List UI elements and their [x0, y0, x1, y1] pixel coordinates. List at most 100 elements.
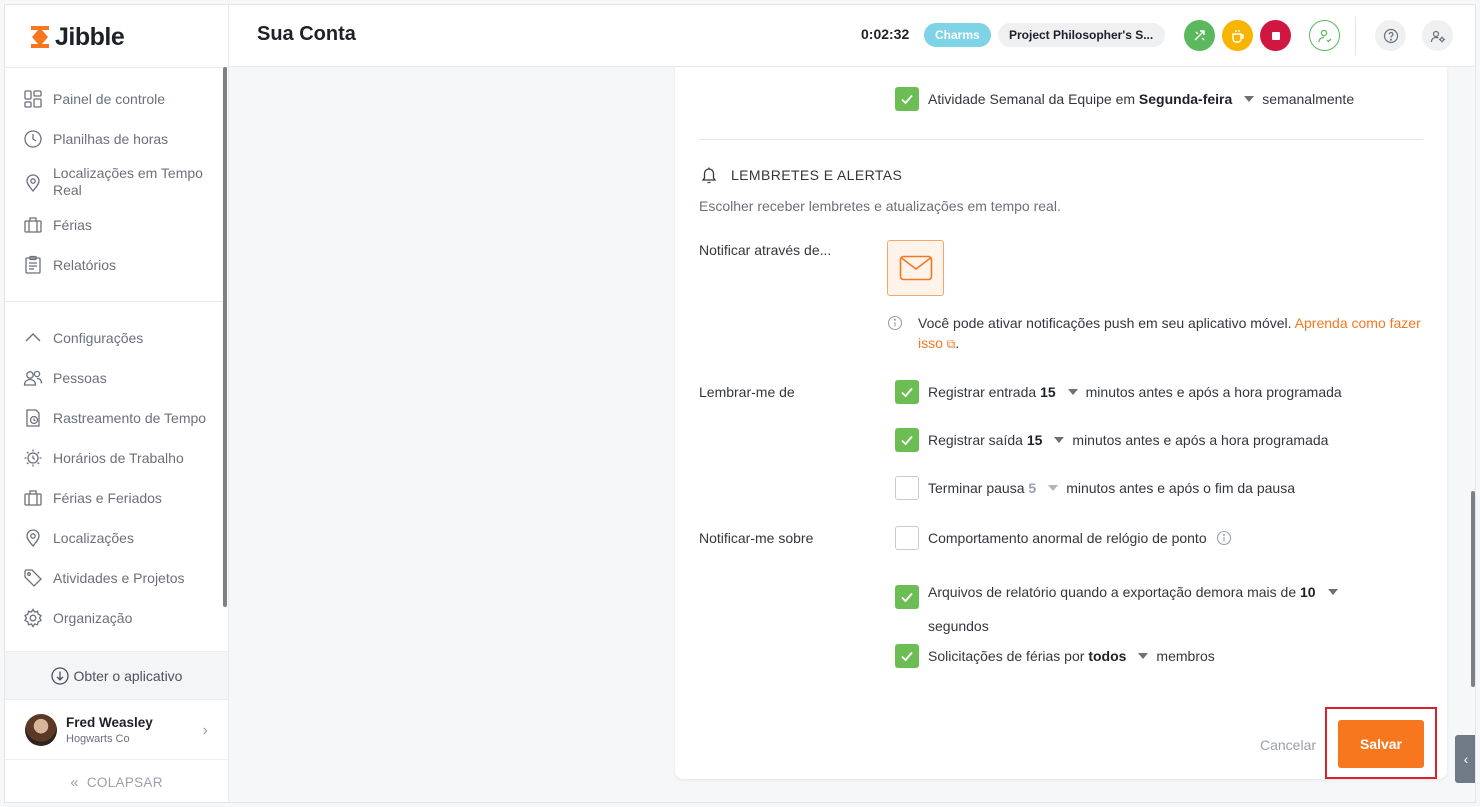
sidebar-item-locations[interactable]: Localizações	[23, 528, 134, 548]
chevron-up-icon	[23, 328, 43, 348]
minutes-dropdown-caret-icon[interactable]	[1054, 437, 1065, 443]
collapse-label: COLAPSAR	[86, 774, 163, 790]
get-app-button[interactable]: Obter o aplicativo	[5, 651, 228, 699]
remind-me-label: Lembrar-me de	[699, 384, 795, 400]
sidebar-item-organization[interactable]: Organização	[23, 608, 132, 628]
push-info: Você pode ativar notificações push em se…	[887, 313, 1427, 354]
user-menu[interactable]: Fred Weasley Hogwarts Co ›	[5, 699, 228, 759]
notify-suffix: segundos	[928, 618, 989, 634]
minutes-dropdown-caret-icon[interactable]	[1048, 485, 1059, 491]
chevron-right-icon: ›	[202, 722, 208, 739]
clipboard-icon	[23, 255, 43, 275]
sidebar: Jibble Painel de controle Planilhas de h…	[5, 5, 229, 802]
sidebar-item-settings[interactable]: Configurações	[23, 328, 143, 348]
notification-settings-card: Atividade Semanal da Equipe em Segunda-f…	[675, 67, 1447, 779]
help-icon	[1383, 28, 1398, 43]
weekly-activity-text: Atividade Semanal da Equipe em	[928, 91, 1136, 107]
sidebar-item-label: Férias	[53, 216, 92, 233]
reminder-value: 5	[1028, 480, 1037, 496]
sidebar-item-label: Configurações	[53, 329, 144, 346]
sidebar-item-holidays[interactable]: Férias e Feriados	[23, 488, 162, 508]
check-icon	[901, 651, 913, 662]
sidebar-item-label: Pessoas	[53, 369, 107, 386]
reminder-end-break-row: Terminar pausa 5 minutos antes e após o …	[895, 476, 1295, 500]
double-chevron-left-icon: «	[70, 773, 79, 791]
checkbox-leave-requests[interactable]	[895, 644, 919, 668]
section-title-text: LEMBRETES E ALERTAS	[731, 167, 903, 183]
app-window: Jibble Painel de controle Planilhas de h…	[4, 4, 1476, 803]
reminder-clock-out-row: Registrar saída 15 minutos antes e após …	[895, 428, 1328, 452]
sidebar-item-activities-projects[interactable]: Atividades e Projetos	[23, 568, 185, 588]
notify-via-label: Notificar através de...	[699, 242, 832, 258]
coffee-icon	[1231, 29, 1244, 43]
reminder-suffix: minutos antes e após a hora programada	[1085, 384, 1342, 400]
sidebar-item-label: Atividades e Projetos	[53, 569, 185, 586]
check-icon	[901, 592, 913, 603]
seconds-dropdown-caret-icon[interactable]	[1327, 589, 1338, 595]
checkbox-clock-in[interactable]	[895, 380, 919, 404]
day-dropdown-caret-icon[interactable]	[1244, 96, 1255, 102]
person-check-icon	[1317, 29, 1331, 42]
jibble-logo[interactable]: Jibble	[29, 23, 125, 51]
gear-icon	[23, 608, 43, 628]
save-button[interactable]: Salvar	[1338, 720, 1424, 768]
location-pin-icon	[23, 173, 43, 193]
section-title-reminders: LEMBRETES E ALERTAS	[699, 165, 902, 185]
sidebar-item-label: Relatórios	[53, 256, 117, 273]
notify-text: Solicitações de férias por	[928, 648, 1085, 664]
side-panel-toggle[interactable]: ‹	[1455, 735, 1475, 783]
break-button[interactable]	[1222, 20, 1253, 51]
project-pill[interactable]: Project Philosopher's S...	[998, 23, 1165, 47]
location-pin-icon	[23, 528, 43, 548]
main-scrollbar[interactable]	[1471, 491, 1475, 687]
minutes-dropdown-caret-icon[interactable]	[1067, 389, 1078, 395]
check-icon	[901, 387, 913, 398]
email-channel-toggle[interactable]	[887, 240, 944, 296]
sidebar-item-live-locations[interactable]: Localizações em Tempo Real	[23, 165, 213, 199]
dashboard-icon	[23, 89, 43, 109]
cancel-button[interactable]: Cancelar	[1260, 737, 1316, 753]
sidebar-scrollbar[interactable]	[223, 67, 227, 607]
user-org: Hogwarts Co	[66, 732, 130, 745]
members-dropdown-caret-icon[interactable]	[1138, 653, 1149, 659]
sidebar-item-people[interactable]: Pessoas	[23, 368, 107, 388]
sidebar-item-timesheets[interactable]: Planilhas de horas	[23, 129, 168, 149]
checkbox-weekly-activity[interactable]	[895, 87, 919, 111]
info-icon	[887, 315, 903, 331]
info-icon[interactable]	[1216, 530, 1232, 546]
sidebar-item-label: Organização	[53, 609, 133, 626]
divider	[1355, 17, 1356, 55]
notify-about-label: Notificar-me sobre	[699, 530, 814, 546]
team-settings-button[interactable]	[1422, 20, 1453, 51]
reminder-suffix: minutos antes e após o fim da pausa	[1066, 480, 1295, 496]
checkbox-clock-out[interactable]	[895, 428, 919, 452]
envelope-icon	[899, 255, 932, 281]
reminder-text: Terminar pausa	[928, 480, 1025, 496]
collapse-button[interactable]: « COLAPSAR	[5, 759, 228, 802]
page-title: Sua Conta	[257, 23, 356, 45]
notify-value: 10	[1300, 584, 1316, 600]
briefcase-icon	[23, 488, 43, 508]
sidebar-item-leave[interactable]: Férias	[23, 215, 92, 235]
sidebar-item-dashboard[interactable]: Painel de controle	[23, 89, 165, 109]
sidebar-item-label: Planilhas de horas	[53, 130, 169, 147]
time-tracking-icon	[23, 408, 43, 428]
notify-report-files-row: Arquivos de relatório quando a exportaçã…	[895, 575, 1346, 643]
checkbox-end-break[interactable]	[895, 476, 919, 500]
clock-in-person-button[interactable]	[1309, 20, 1340, 51]
help-button[interactable]	[1375, 20, 1406, 51]
sidebar-item-label: Localizações	[53, 529, 134, 546]
download-icon	[50, 666, 69, 685]
sidebar-item-reports[interactable]: Relatórios	[23, 255, 116, 275]
tag-icon	[23, 568, 43, 588]
checkbox-report-files[interactable]	[895, 585, 919, 609]
avatar	[25, 713, 57, 746]
checkbox-abnormal-clock[interactable]	[895, 526, 919, 550]
sidebar-item-label: Férias e Feriados	[53, 489, 162, 506]
sidebar-item-work-schedules[interactable]: Horários de Trabalho	[23, 448, 184, 468]
switch-activity-button[interactable]	[1184, 20, 1215, 51]
sidebar-item-time-tracking[interactable]: Rastreamento de Tempo	[23, 408, 206, 428]
activity-pill[interactable]: Charms	[924, 23, 991, 47]
reminder-text: Registrar entrada	[928, 384, 1037, 400]
stop-button[interactable]	[1260, 20, 1291, 51]
